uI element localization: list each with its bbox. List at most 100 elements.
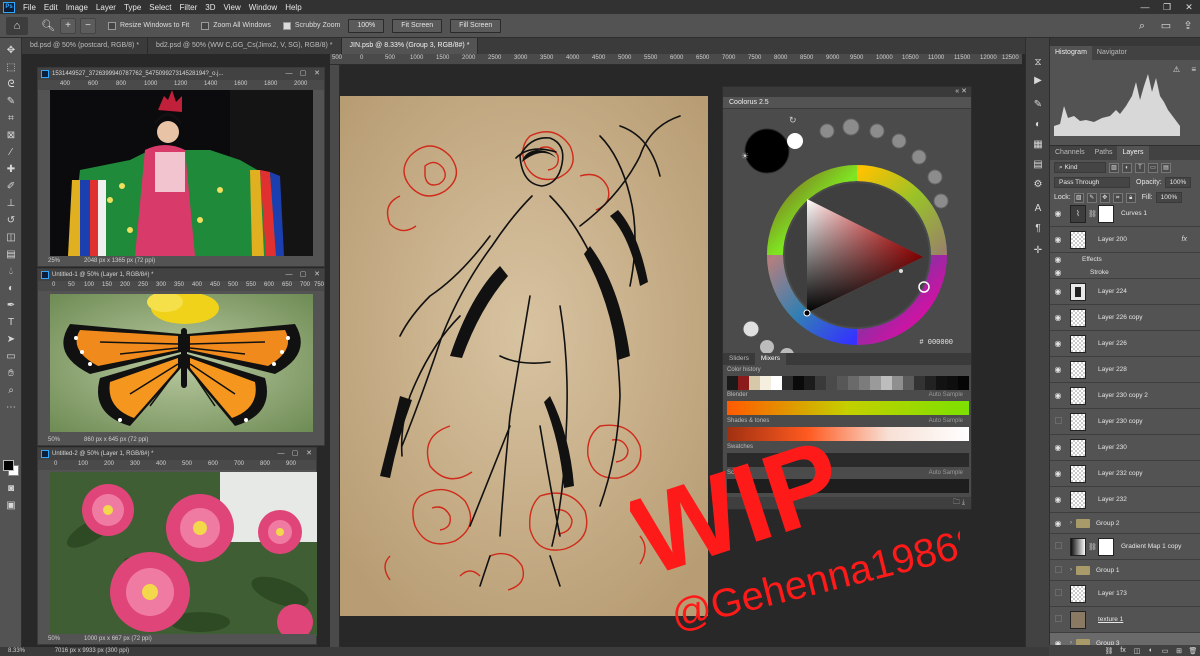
properties-icon[interactable]: ⚙ xyxy=(1030,178,1046,192)
visibility-toggle-off[interactable] xyxy=(1050,542,1066,551)
tab-sliders[interactable]: Sliders xyxy=(723,353,755,365)
tab-paths[interactable]: Paths xyxy=(1090,146,1118,160)
fit-screen-button[interactable]: Fit Screen xyxy=(392,18,443,33)
layer-row[interactable]: ◉ Layer 200 fx xyxy=(1050,227,1200,253)
visibility-eye-icon[interactable]: ◉ xyxy=(1050,519,1066,528)
zoom-out-icon[interactable]: − xyxy=(80,17,96,34)
filter-shape-icon[interactable]: ▭ xyxy=(1148,162,1158,173)
history-swatch[interactable] xyxy=(947,376,958,390)
main-canvas[interactable] xyxy=(340,96,708,616)
layer-mask-thumbnail[interactable] xyxy=(1098,204,1114,223)
glyphs-icon[interactable]: ✛ xyxy=(1030,244,1046,258)
visibility-eye-icon[interactable]: ◉ xyxy=(1050,209,1066,218)
tab-channels[interactable]: Channels xyxy=(1050,146,1090,160)
delete-layer-icon[interactable]: 🗑︎ xyxy=(1186,647,1200,655)
filter-kind-select[interactable]: ⌕ Kind xyxy=(1054,162,1106,173)
blender-gradient[interactable] xyxy=(727,401,969,415)
brush-tool-icon[interactable]: ✐ xyxy=(3,180,19,194)
expand-arrow-icon[interactable]: › xyxy=(1066,567,1076,573)
horizontal-ruler[interactable]: 500 0 500 1000 1500 2000 2500 3000 3500 … xyxy=(330,54,1022,65)
collapse-icon[interactable]: « ✕ xyxy=(955,87,967,95)
current-color-swatch[interactable] xyxy=(744,128,790,174)
group-row[interactable]: › Group 1 xyxy=(1050,560,1200,581)
layer-row[interactable]: texture 1 xyxy=(1050,607,1200,633)
history-swatch[interactable] xyxy=(848,376,859,390)
status-zoom[interactable]: 8.33% xyxy=(8,648,25,654)
tab-mixers[interactable]: Mixers xyxy=(754,353,787,365)
opacity-input[interactable]: 100% xyxy=(1164,177,1192,188)
tab-histogram[interactable]: Histogram xyxy=(1050,46,1092,60)
layer-row[interactable]: ◉ Layer 226 copy xyxy=(1050,305,1200,331)
visibility-eye-icon[interactable]: ◉ xyxy=(1050,255,1066,264)
visibility-eye-icon[interactable]: ◉ xyxy=(1050,365,1066,374)
character-icon[interactable]: A xyxy=(1030,202,1046,216)
layer-row[interactable]: ◉ Layer 232 copy xyxy=(1050,461,1200,487)
group-row[interactable]: ◉ › Group 2 xyxy=(1050,513,1200,534)
history-swatch[interactable] xyxy=(738,376,749,390)
panel-drag-bar[interactable] xyxy=(1050,38,1200,46)
gradient-tool-icon[interactable]: ▤ xyxy=(3,248,19,262)
close-button[interactable]: ✕ xyxy=(302,448,316,460)
tri-color-icon[interactable] xyxy=(742,320,760,338)
quick-mask-icon[interactable]: ◙ xyxy=(3,482,19,496)
auto-sample-shades[interactable]: Auto Sample xyxy=(929,418,963,424)
doc-window-dancer[interactable]: 1531449527_3726399940787762_547509927314… xyxy=(37,67,325,267)
layer-effect-row[interactable]: ◉ Stroke xyxy=(1050,266,1200,279)
menu-select[interactable]: Select xyxy=(145,3,175,12)
visibility-eye-icon[interactable]: ◉ xyxy=(1050,235,1066,244)
visibility-eye-icon[interactable]: ◉ xyxy=(1050,391,1066,400)
layer-row[interactable]: ◉ Layer 230 xyxy=(1050,435,1200,461)
menu-filter[interactable]: Filter xyxy=(176,3,202,12)
home-icon[interactable]: ⌂ xyxy=(6,16,28,35)
history-swatch[interactable] xyxy=(958,376,969,390)
tab-navigator[interactable]: Navigator xyxy=(1092,46,1132,60)
type-tool-icon[interactable]: T xyxy=(3,316,19,330)
zoom-tool-icon[interactable]: 🔍︎ xyxy=(40,18,56,34)
warning-icon[interactable]: ⚠ xyxy=(1173,65,1180,74)
search-icon[interactable]: ⌕ xyxy=(1134,18,1150,34)
layer-row[interactable]: ◉ Layer 224 xyxy=(1050,279,1200,305)
hex-value[interactable]: # 000000 xyxy=(919,339,953,347)
paragraph-icon[interactable]: ¶ xyxy=(1030,222,1046,236)
coolorus-panel[interactable]: « ✕ Coolorus 2.5 ☀ ↻ # 000000 Sliders Mi… xyxy=(722,86,972,510)
layer-row[interactable]: Layer 173 xyxy=(1050,581,1200,607)
play-actions-icon[interactable]: ▶ xyxy=(1030,74,1046,88)
swatches-strip[interactable] xyxy=(727,453,969,467)
hand-tool-icon[interactable]: ✋︎ xyxy=(3,367,19,381)
visibility-toggle-off[interactable] xyxy=(1050,565,1066,575)
layer-row[interactable]: ◉ Layer 232 xyxy=(1050,487,1200,513)
zoom-in-icon[interactable]: + xyxy=(60,17,76,34)
history-swatch[interactable] xyxy=(936,376,947,390)
layer-row[interactable]: ◉ Layer 230 copy 2 xyxy=(1050,383,1200,409)
refresh-icon[interactable]: ↻ xyxy=(789,115,797,125)
shades-gradient[interactable] xyxy=(727,427,969,441)
saturation-picker[interactable] xyxy=(803,309,811,317)
visibility-eye-icon[interactable]: ◉ xyxy=(1050,495,1066,504)
menu-window[interactable]: Window xyxy=(245,3,281,12)
auto-sample-scheme[interactable]: Auto Sample xyxy=(929,470,963,476)
auto-sample-blender[interactable]: Auto Sample xyxy=(929,392,963,398)
tab-jin[interactable]: JIN.psb @ 8.33% (Group 3, RGB/8#) * xyxy=(341,38,479,54)
history-swatch[interactable] xyxy=(859,376,870,390)
visibility-eye-icon[interactable]: ◉ xyxy=(1050,469,1066,478)
color-wheel-area[interactable]: ☀ ↻ xyxy=(723,111,971,356)
maximize-button[interactable]: ▢ xyxy=(296,269,310,281)
lasso-tool-icon[interactable]: ᘓ xyxy=(3,78,19,92)
sun-icon[interactable]: ☀ xyxy=(741,151,749,161)
maximize-button[interactable]: ▢ xyxy=(288,448,302,460)
folder-save-icon[interactable]: 🗀 ⤓ xyxy=(953,498,965,509)
layer-mask-thumbnail[interactable] xyxy=(1098,537,1114,556)
menu-view[interactable]: View xyxy=(220,3,245,12)
resize-windows-checkbox[interactable]: Resize Windows to Fit xyxy=(108,21,189,30)
history-swatch[interactable] xyxy=(804,376,815,390)
doc-window-butterfly[interactable]: Untitled-1 @ 50% (Layer 1, RGB/8#) * — ▢… xyxy=(37,268,325,446)
close-button[interactable]: ✕ xyxy=(310,68,324,80)
vertical-ruler[interactable] xyxy=(330,65,340,647)
minimize-button[interactable]: — xyxy=(274,448,288,460)
maximize-button[interactable]: ▢ xyxy=(296,68,310,80)
visibility-eye-icon[interactable]: ◉ xyxy=(1050,268,1066,277)
layer-effects-row[interactable]: ◉ Effects xyxy=(1050,253,1200,266)
quick-select-tool-icon[interactable]: ✎ xyxy=(3,95,19,109)
layer-row[interactable]: ◉ Layer 228 xyxy=(1050,357,1200,383)
add-mask-icon[interactable]: ◫ xyxy=(1130,647,1144,655)
